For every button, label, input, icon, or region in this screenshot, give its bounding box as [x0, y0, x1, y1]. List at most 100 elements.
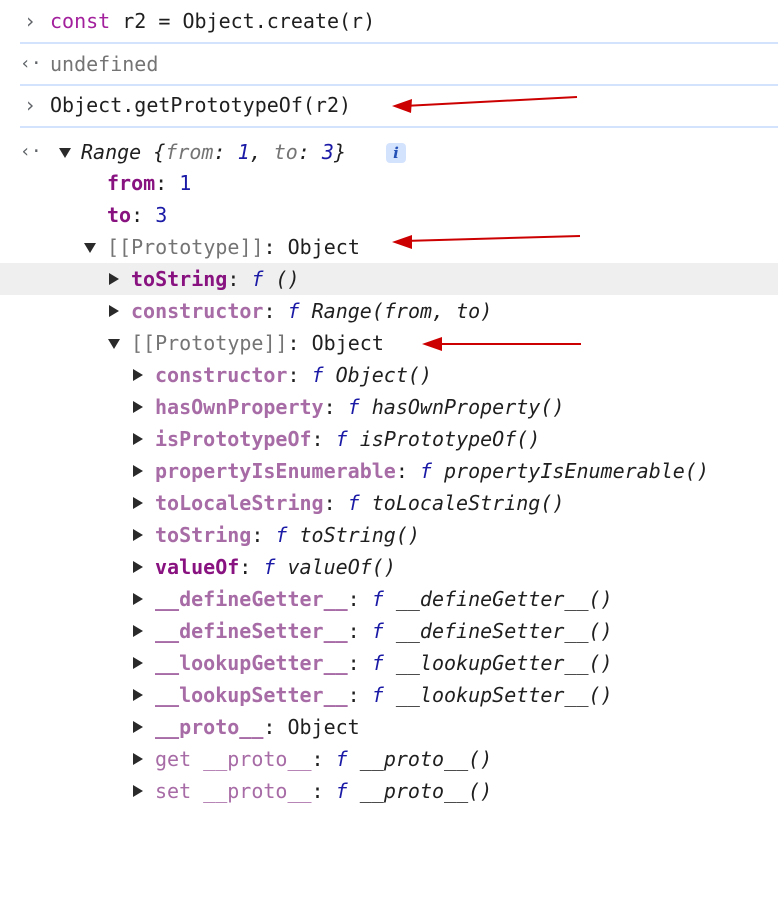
- function-signature: __lookupGetter__(): [395, 651, 613, 675]
- console-input-text: const r2 = Object.create(r): [50, 9, 376, 33]
- property-row[interactable]: __lookupGetter__: f __lookupGetter__(): [0, 647, 778, 679]
- accessor-row[interactable]: get __proto__: f __proto__(): [0, 743, 778, 775]
- triangle-right-icon[interactable]: [131, 487, 145, 519]
- triangle-right-icon[interactable]: [131, 423, 145, 455]
- result-arrow-icon: ‹·: [20, 53, 42, 74]
- function-signature: __defineSetter__(): [395, 619, 613, 643]
- property-row[interactable]: __lookupSetter__: f __lookupSetter__(): [0, 679, 778, 711]
- function-marker: f: [263, 555, 276, 579]
- triangle-right-icon[interactable]: [131, 679, 145, 711]
- function-signature: __proto__(): [359, 779, 493, 803]
- prototype-row[interactable]: [[Prototype]]: Object: [0, 327, 778, 359]
- property-row[interactable]: propertyIsEnumerable: f propertyIsEnumer…: [0, 455, 778, 487]
- console-input-row[interactable]: › Object.getPrototypeOf(r2): [0, 89, 778, 121]
- property-row: to: 3: [107, 203, 168, 227]
- property-row[interactable]: __defineSetter__: f __defineSetter__(): [0, 615, 778, 647]
- property-row: from: 1: [107, 171, 192, 195]
- accessor-prefix: set: [155, 779, 192, 803]
- property-key: from: [107, 171, 156, 195]
- property-key: __proto__: [155, 715, 264, 739]
- triangle-right-icon[interactable]: [131, 551, 145, 583]
- devtools-console: › const r2 = Object.create(r) ‹· undefin…: [0, 0, 778, 812]
- function-signature: isPrototypeOf(): [359, 427, 541, 451]
- property-key: constructor: [155, 363, 288, 387]
- function-marker: f: [371, 619, 384, 643]
- function-signature: hasOwnProperty(): [371, 395, 565, 419]
- accessor-prefix: get: [155, 747, 192, 771]
- row-separator: [20, 126, 778, 128]
- prototype-value: Object: [311, 331, 384, 355]
- property-key: __proto__: [203, 779, 312, 803]
- function-marker: f: [335, 427, 348, 451]
- chevron-right-icon: ›: [24, 9, 37, 33]
- property-key: isPrototypeOf: [155, 427, 312, 451]
- property-row[interactable]: hasOwnProperty: f hasOwnProperty(): [0, 391, 778, 423]
- function-signature: Range(from, to): [311, 299, 493, 323]
- function-marker: f: [371, 651, 384, 675]
- function-marker: f: [311, 363, 324, 387]
- result-arrow-icon: ‹·: [20, 141, 42, 162]
- function-marker: f: [371, 683, 384, 707]
- console-output-text: undefined: [50, 52, 159, 76]
- property-row[interactable]: __defineGetter__: f __defineGetter__(): [0, 583, 778, 615]
- property-row[interactable]: constructor: f Object(): [0, 359, 778, 391]
- property-row[interactable]: __proto__: Object: [0, 711, 778, 743]
- property-key: valueOf: [155, 555, 240, 579]
- triangle-right-icon[interactable]: [131, 519, 145, 551]
- console-input-text: Object.getPrototypeOf(r2): [50, 93, 352, 117]
- triangle-right-icon[interactable]: [131, 359, 145, 391]
- prototype-value: Object: [287, 235, 360, 259]
- console-input-row[interactable]: › const r2 = Object.create(r): [0, 5, 778, 37]
- console-output-row: ‹· undefined: [0, 48, 778, 80]
- property-key: to: [107, 203, 132, 227]
- function-signature: (): [275, 267, 300, 291]
- triangle-right-icon[interactable]: [131, 391, 145, 423]
- object-summary-text: Range {from: 1, to: 3}: [81, 140, 346, 164]
- property-key: propertyIsEnumerable: [155, 459, 396, 483]
- accessor-row[interactable]: set __proto__: f __proto__(): [0, 775, 778, 807]
- triangle-down-icon[interactable]: [107, 327, 121, 359]
- property-value: 1: [179, 171, 192, 195]
- function-marker: f: [347, 395, 360, 419]
- property-value: Object: [287, 715, 360, 739]
- property-key: __proto__: [203, 747, 312, 771]
- triangle-right-icon[interactable]: [107, 295, 121, 327]
- info-icon[interactable]: i: [386, 143, 406, 163]
- function-marker: f: [419, 459, 432, 483]
- object-summary-row[interactable]: ‹· Range {from: 1, to: 3} i: [0, 136, 778, 168]
- property-key: __lookupGetter__: [155, 651, 348, 675]
- triangle-right-icon[interactable]: [131, 647, 145, 679]
- triangle-down-icon[interactable]: [58, 136, 72, 168]
- function-marker: f: [287, 299, 300, 323]
- property-row[interactable]: valueOf: f valueOf(): [0, 551, 778, 583]
- property-value: 3: [155, 203, 168, 227]
- function-signature: propertyIsEnumerable(): [444, 459, 709, 483]
- triangle-right-icon[interactable]: [131, 615, 145, 647]
- function-marker: f: [335, 747, 348, 771]
- prototype-row[interactable]: [[Prototype]]: Object: [0, 231, 778, 263]
- triangle-right-icon[interactable]: [131, 455, 145, 487]
- property-key: constructor: [131, 299, 264, 323]
- prototype-label: [[Prototype]]: [131, 331, 288, 355]
- function-marker: f: [347, 491, 360, 515]
- triangle-right-icon[interactable]: [107, 263, 121, 295]
- triangle-right-icon[interactable]: [131, 775, 145, 807]
- triangle-right-icon[interactable]: [131, 583, 145, 615]
- property-row[interactable]: isPrototypeOf: f isPrototypeOf(): [0, 423, 778, 455]
- function-signature: __proto__(): [359, 747, 493, 771]
- triangle-right-icon[interactable]: [131, 711, 145, 743]
- property-key: toString: [155, 523, 252, 547]
- property-row[interactable]: toLocaleString: f toLocaleString(): [0, 487, 778, 519]
- property-row[interactable]: toString: f (): [0, 263, 778, 295]
- property-key: toString: [131, 267, 228, 291]
- property-row[interactable]: toString: f toString(): [0, 519, 778, 551]
- property-row[interactable]: constructor: f Range(from, to): [0, 295, 778, 327]
- function-signature: Object(): [335, 363, 432, 387]
- function-signature: toLocaleString(): [371, 491, 565, 515]
- function-marker: f: [371, 587, 384, 611]
- function-signature: __lookupSetter__(): [395, 683, 613, 707]
- triangle-down-icon[interactable]: [83, 231, 97, 263]
- function-marker: f: [275, 523, 288, 547]
- triangle-right-icon[interactable]: [131, 743, 145, 775]
- row-separator: [20, 84, 778, 86]
